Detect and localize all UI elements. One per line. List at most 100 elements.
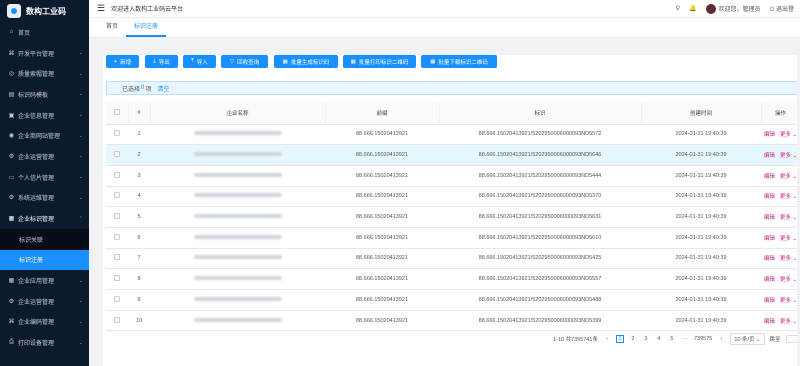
page-size-select[interactable]: 10 条/页 ⌄	[730, 333, 765, 345]
app-logo[interactable]: 数构工业码	[0, 0, 89, 22]
created-time-cell: 2024-01-31 19:40:39	[641, 165, 761, 187]
edit-link[interactable]: 编辑	[764, 319, 775, 325]
tab-identifier-register[interactable]: 标识注册	[126, 17, 167, 37]
row-checkbox[interactable]	[114, 213, 120, 220]
edit-link[interactable]: 编辑	[764, 132, 775, 138]
add-button[interactable]: + 新增	[106, 55, 139, 68]
sidebar-item[interactable]: ⌂ 首页	[0, 22, 89, 43]
sidebar-item[interactable]: ▭ 个人信片管理 ⌄	[0, 167, 89, 188]
row-checkbox[interactable]	[114, 192, 120, 199]
table-row[interactable]: 9 88.666.15020413921 88.666.15020413921/52…	[106, 289, 800, 311]
sidebar-item[interactable]: ⚙ 系统运维管理 ⌄	[0, 188, 89, 209]
sidebar-item[interactable]: ⌘ 开发平台管理 ⌄	[0, 43, 89, 64]
page-5[interactable]: 5	[668, 336, 676, 342]
table-row[interactable]: 4 88.666.15020413921 88.666.15020413921/52…	[106, 186, 800, 208]
more-dropdown[interactable]: 更多 ⌄	[780, 194, 797, 200]
edit-link[interactable]: 编辑	[764, 174, 775, 180]
row-select-cell[interactable]	[106, 144, 128, 166]
sidebar-item[interactable]: ⚙ 企业运营管理 ⌄	[0, 291, 89, 312]
more-dropdown[interactable]: 更多 ⌄	[780, 277, 797, 283]
batch-download-button[interactable]: ▦ 批量下载标识二维码	[421, 55, 497, 68]
user-menu[interactable]: 欢迎您，管理员	[705, 3, 761, 14]
main-content: + 新增 ⤓ 导出 ⤒ 导入 ▽ 回收查询 ▦ 批量生成标识码 ▦ 批量打印标识二维码 ▦ 批…	[103, 55, 800, 366]
row-select-cell[interactable]	[106, 268, 128, 290]
sidebar-subitem[interactable]: 标识注册	[0, 249, 89, 271]
row-select-cell[interactable]	[106, 165, 128, 187]
row-checkbox[interactable]	[114, 275, 120, 282]
batch-print-button[interactable]: ▦ 批量打印标识二维码	[343, 55, 416, 68]
edit-link[interactable]: 编辑	[764, 153, 775, 159]
row-select-cell[interactable]	[106, 248, 128, 270]
table-row[interactable]: 10 88.666.15020413921 88.666.15020413921/5…	[106, 310, 800, 332]
page-2[interactable]: 2	[629, 336, 637, 342]
row-select-cell[interactable]	[106, 124, 128, 146]
more-dropdown[interactable]: 更多 ⌄	[780, 256, 797, 262]
row-checkbox[interactable]	[114, 130, 120, 137]
import-button[interactable]: ⤒ 导入	[183, 55, 216, 68]
sidebar-subitem[interactable]: 标识关联	[0, 228, 89, 250]
table-row[interactable]: 7 88.666.15020413921 88.666.15020413921/52…	[106, 248, 800, 270]
page-last[interactable]: 739575	[694, 336, 712, 342]
batch-generate-button[interactable]: ▦ 批量生成标识码	[274, 55, 338, 68]
table-row[interactable]: 6 88.666.15020413921 88.666.15020413921/52…	[106, 227, 800, 249]
row-checkbox[interactable]	[114, 316, 120, 323]
created-time-cell: 2024-01-31 19:40:39	[641, 310, 761, 332]
row-select-cell[interactable]	[106, 310, 128, 332]
row-checkbox[interactable]	[114, 171, 120, 178]
row-select-cell[interactable]	[106, 289, 128, 311]
sidebar-item[interactable]: ▣ 企业信息管理 ⌄	[0, 105, 89, 126]
table-row[interactable]: 8 88.666.15020413921 88.666.15020413921/52…	[106, 268, 800, 290]
actions-cell: 编辑 更多 ⌄	[761, 248, 800, 270]
row-checkbox[interactable]	[114, 254, 120, 261]
ellipsis-icon[interactable]: ···	[681, 336, 689, 342]
sidebar-item[interactable]: ⌘ 企业编码管理 ⌄	[0, 312, 89, 333]
select-all-header[interactable]	[106, 103, 129, 125]
page-3[interactable]: 3	[642, 336, 650, 342]
table-row[interactable]: 3 88.666.15020413921 88.666.15020413921/52…	[106, 165, 800, 187]
row-checkbox[interactable]	[114, 151, 120, 158]
next-page-icon[interactable]: ›	[717, 336, 725, 342]
row-checkbox[interactable]	[114, 295, 120, 302]
tab-home[interactable]: 首页	[98, 17, 126, 37]
search-icon[interactable]: ⚲	[676, 5, 680, 12]
export-button[interactable]: ⤓ 导出	[145, 55, 178, 68]
row-select-cell[interactable]	[106, 227, 128, 249]
row-select-cell[interactable]	[106, 186, 128, 208]
table-row[interactable]: 1 88.666.15020413921 88.666.15020413921/52…	[106, 124, 800, 146]
table-row[interactable]: 5 88.666.15020413921 88.666.15020413921/52…	[106, 206, 800, 228]
more-dropdown[interactable]: 更多 ⌄	[780, 319, 797, 325]
row-select-cell[interactable]	[106, 206, 128, 228]
sidebar-item[interactable]: ▦ 企业应用管理 ⌄	[0, 270, 89, 291]
more-dropdown[interactable]: 更多 ⌄	[780, 236, 797, 242]
edit-link[interactable]: 编辑	[764, 194, 775, 200]
more-dropdown[interactable]: 更多 ⌄	[780, 132, 797, 138]
prev-page-icon[interactable]: ‹	[603, 336, 611, 342]
edit-link[interactable]: 编辑	[764, 236, 775, 242]
more-dropdown[interactable]: 更多 ⌄	[780, 174, 797, 180]
template-icon: ▤	[8, 91, 15, 98]
logout-button[interactable]: ⏻ 退出登	[770, 4, 794, 14]
edit-link[interactable]: 编辑	[764, 215, 775, 221]
page-1[interactable]: 1	[615, 335, 624, 343]
clear-selection-link[interactable]: 清空	[157, 84, 169, 93]
column-header: 创建时间	[641, 103, 762, 125]
sidebar-item[interactable]: ▤ 标识码模板 ⌄	[0, 84, 89, 105]
menu-toggle-icon[interactable]: ☰	[97, 3, 105, 14]
reset-query-button[interactable]: ▽ 回收查询	[221, 55, 268, 68]
sidebar-item[interactable]: ⎙ 打印设备管理 ⌄	[0, 332, 89, 353]
row-checkbox[interactable]	[114, 233, 120, 240]
sidebar-item[interactable]: ◎ 质量索帽管理 ⌄	[0, 63, 89, 84]
sidebar-item[interactable]: ◉ 企业商网站管理 ⌄	[0, 125, 89, 146]
bell-icon[interactable]: 🔔	[689, 5, 696, 12]
edit-link[interactable]: 编辑	[764, 298, 775, 304]
more-dropdown[interactable]: 更多 ⌄	[780, 298, 797, 304]
more-dropdown[interactable]: 更多 ⌄	[780, 153, 797, 159]
sidebar-item[interactable]: ▦ 企业标识管理 ⌃	[0, 208, 89, 229]
sidebar-item[interactable]: ⚙ 企业运营管理 ⌄	[0, 146, 89, 167]
table-row[interactable]: 2 88.666.15020413921 88.666.15020413921/52…	[106, 144, 800, 166]
select-all-checkbox[interactable]	[113, 109, 120, 116]
more-dropdown[interactable]: 更多 ⌄	[780, 215, 797, 221]
edit-link[interactable]: 编辑	[764, 256, 775, 262]
page-4[interactable]: 4	[655, 336, 663, 342]
edit-link[interactable]: 编辑	[764, 277, 775, 283]
